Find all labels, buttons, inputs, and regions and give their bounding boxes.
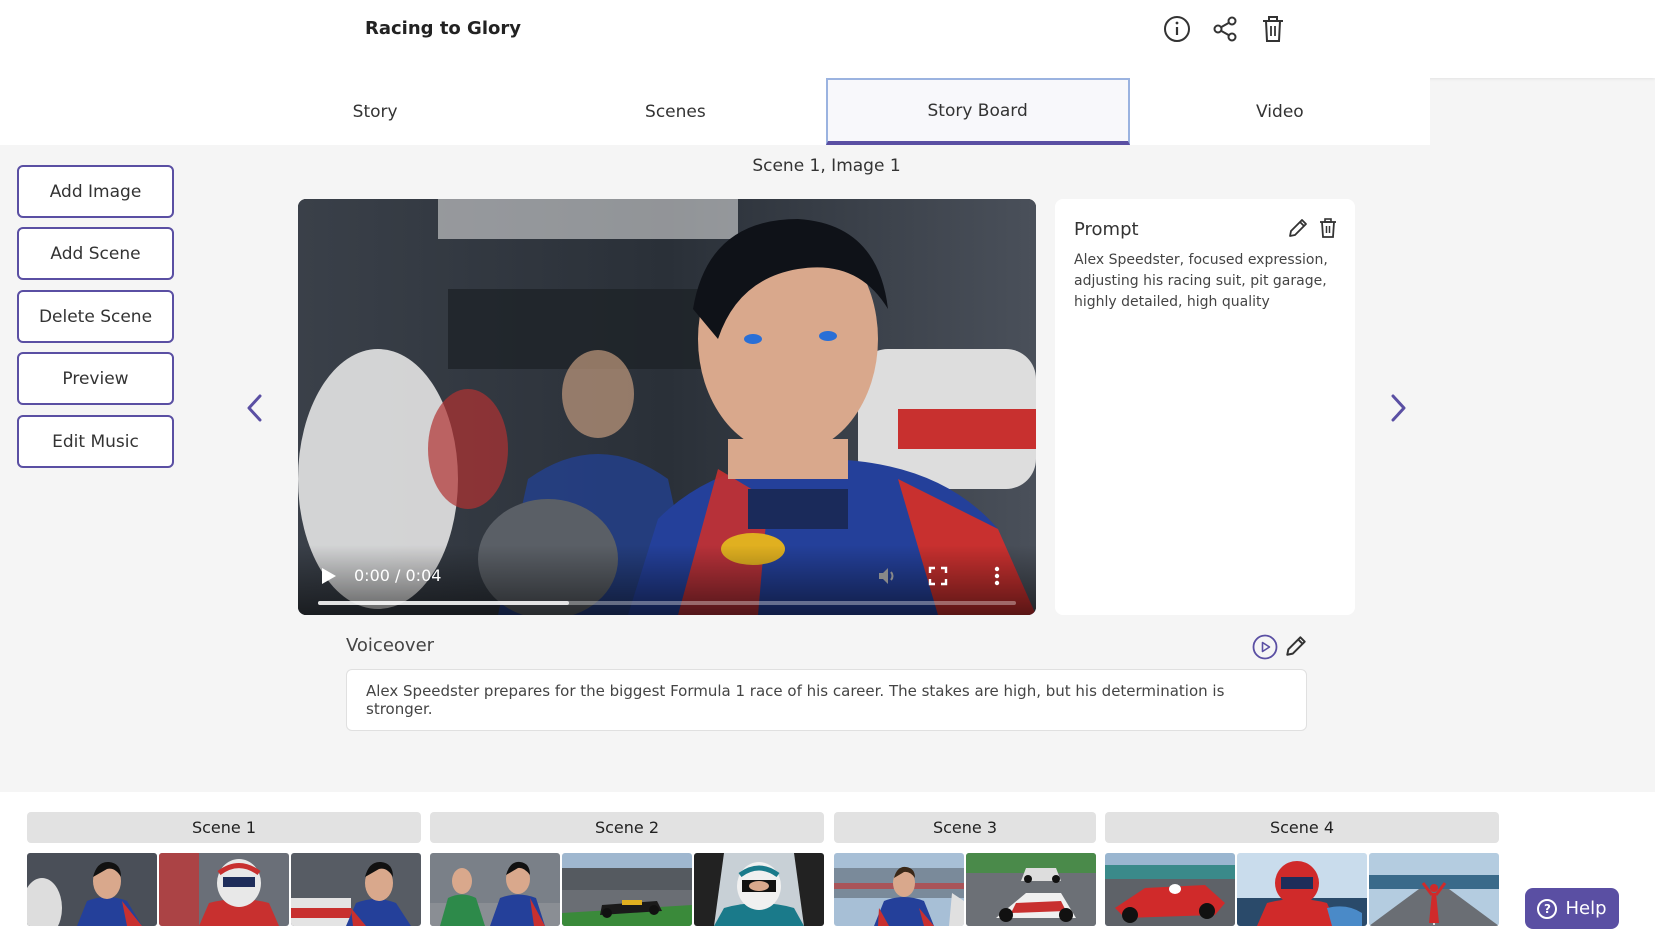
help-button[interactable]: ? Help: [1525, 888, 1619, 929]
video-buffer-fill: [318, 601, 570, 605]
thumbnail-scene3-image2[interactable]: [966, 853, 1096, 926]
thumbnail-scene2-image1[interactable]: [430, 853, 560, 926]
edit-voiceover-button[interactable]: [1284, 634, 1310, 660]
play-circle-icon: [1252, 634, 1278, 660]
voiceover-text[interactable]: Alex Speedster prepares for the biggest …: [346, 669, 1307, 731]
delete-prompt-button[interactable]: [1317, 217, 1341, 241]
scene-1-header[interactable]: Scene 1: [27, 812, 421, 843]
scene-2-header[interactable]: Scene 2: [430, 812, 824, 843]
pencil-icon: [1289, 219, 1307, 237]
tab-story-board[interactable]: Story Board: [825, 78, 1130, 145]
scene-3-header[interactable]: Scene 3: [834, 812, 1096, 843]
current-scene-label: Scene 1, Image 1: [752, 156, 901, 176]
tab-video[interactable]: Video: [1130, 78, 1430, 145]
fullscreen-button[interactable]: [926, 564, 950, 588]
info-icon[interactable]: [1162, 14, 1192, 44]
prompt-panel: Prompt Alex Speedster, focused expressio…: [1055, 199, 1355, 615]
edit-music-button[interactable]: Edit Music: [17, 415, 174, 468]
app-header: Racing to Glory: [0, 0, 1655, 78]
edit-prompt-button[interactable]: [1287, 217, 1311, 241]
thumbnail-scene1-image1[interactable]: [27, 853, 157, 926]
thumbnail-scene3-image1[interactable]: [834, 853, 964, 926]
trash-icon[interactable]: [1258, 14, 1288, 44]
thumbnail-scene2-image2[interactable]: [562, 853, 692, 926]
more-vertical-icon: [994, 566, 1000, 586]
tab-scenes[interactable]: Scenes: [525, 78, 825, 145]
thumbnail-scene4-image2[interactable]: [1237, 853, 1367, 926]
chevron-right-icon: [1391, 394, 1406, 422]
fullscreen-icon: [928, 566, 948, 586]
chevron-left-icon: [247, 394, 262, 422]
video-time: 0:00 / 0:04: [354, 566, 442, 585]
help-label: Help: [1565, 898, 1607, 919]
more-options-button[interactable]: [990, 564, 1004, 588]
video-player[interactable]: 0:00 / 0:04: [298, 199, 1036, 615]
next-image-arrow[interactable]: [1380, 388, 1416, 428]
delete-scene-button[interactable]: Delete Scene: [17, 290, 174, 343]
scene-4-header[interactable]: Scene 4: [1105, 812, 1499, 843]
voiceover-title: Voiceover: [346, 635, 435, 656]
play-icon: [322, 568, 336, 584]
volume-button[interactable]: [876, 564, 900, 588]
volume-icon: [879, 568, 894, 584]
pencil-icon: [1286, 636, 1306, 656]
video-progress-bar[interactable]: [318, 601, 1016, 605]
thumbnail-scene1-image3[interactable]: [291, 853, 421, 926]
tab-strip-spacer: [0, 78, 225, 145]
trash-icon: [1320, 218, 1336, 238]
tab-story[interactable]: Story: [225, 78, 525, 145]
thumbnail-scene4-image3[interactable]: [1369, 853, 1499, 926]
play-button[interactable]: [318, 565, 340, 587]
play-voiceover-button[interactable]: [1252, 634, 1278, 660]
prompt-text: Alex Speedster, focused expression, adju…: [1074, 252, 1328, 310]
tab-bar: Story Scenes Story Board Video: [225, 78, 1430, 145]
add-scene-button[interactable]: Add Scene: [17, 227, 174, 280]
preview-button[interactable]: Preview: [17, 352, 174, 405]
add-image-button[interactable]: Add Image: [17, 165, 174, 218]
project-title: Racing to Glory: [365, 18, 521, 39]
thumbnail-scene2-image3[interactable]: [694, 853, 824, 926]
video-controls: 0:00 / 0:04: [298, 545, 1036, 615]
prompt-title: Prompt: [1074, 219, 1139, 240]
thumbnail-scene1-image2[interactable]: [159, 853, 289, 926]
thumbnail-scene4-image1[interactable]: [1105, 853, 1235, 926]
help-icon: ?: [1537, 898, 1558, 919]
prev-image-arrow[interactable]: [237, 388, 273, 428]
share-icon[interactable]: [1210, 14, 1240, 44]
